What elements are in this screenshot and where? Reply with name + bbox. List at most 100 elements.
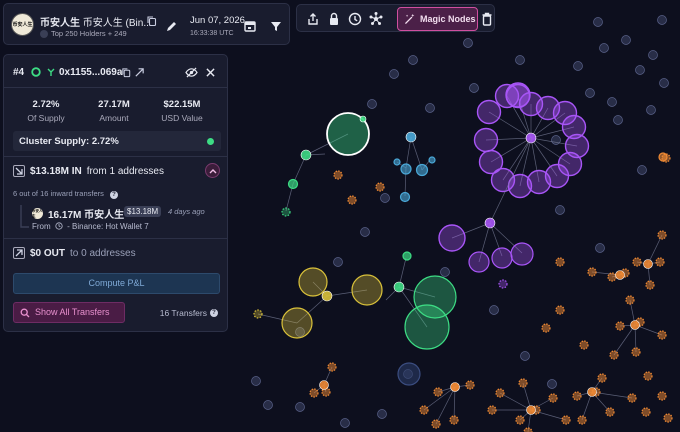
holder-bubble[interactable]	[491, 247, 513, 269]
holder-bubble[interactable]	[641, 407, 651, 417]
external-link-icon[interactable]	[134, 67, 145, 78]
holder-bubble[interactable]	[555, 257, 565, 267]
holder-bubble[interactable]	[597, 373, 607, 383]
holder-bubble[interactable]	[397, 362, 421, 386]
holder-bubble[interactable]	[657, 330, 667, 340]
contract-bubble[interactable]	[393, 281, 405, 293]
holder-bubble[interactable]	[657, 230, 667, 240]
holder-bubble[interactable]	[548, 393, 558, 403]
contract-bubble[interactable]	[526, 405, 536, 415]
holder-bubble[interactable]	[476, 99, 502, 125]
contract-bubble[interactable]	[450, 382, 460, 392]
contract-bubble[interactable]	[615, 270, 625, 280]
lock-icon[interactable]	[326, 11, 342, 27]
holder-bubble[interactable]	[487, 405, 497, 415]
holder-bubble[interactable]	[404, 304, 450, 350]
contract-bubble[interactable]	[300, 149, 312, 161]
magic-nodes-button[interactable]: Magic Nodes	[397, 7, 478, 31]
help-icon[interactable]: ?	[210, 309, 218, 317]
wallet-address[interactable]: 0x1155...069a	[59, 67, 122, 78]
holder-bubble[interactable]	[281, 307, 313, 339]
holder-bubble[interactable]	[393, 158, 401, 166]
filter-icon[interactable]	[268, 18, 284, 34]
holder-bubble[interactable]	[515, 415, 525, 425]
holder-bubble[interactable]	[327, 362, 337, 372]
holder-bubble[interactable]	[287, 178, 299, 190]
holder-bubble[interactable]	[399, 191, 411, 203]
holder-bubble[interactable]	[579, 340, 589, 350]
cluster-supply[interactable]: Cluster Supply: 2.72%	[13, 131, 221, 151]
holder-bubble[interactable]	[253, 309, 263, 319]
close-icon[interactable]	[206, 68, 215, 77]
copy-icon[interactable]	[146, 15, 158, 27]
holder-bubble[interactable]	[631, 347, 641, 357]
holder-bubble[interactable]	[468, 251, 490, 273]
holder-bubble[interactable]	[645, 280, 655, 290]
holder-bubble[interactable]	[281, 207, 291, 217]
copy-address-icon[interactable]	[121, 67, 132, 78]
holder-bubble[interactable]	[415, 163, 429, 177]
clock-icon[interactable]	[347, 11, 363, 27]
holder-bubble[interactable]	[632, 257, 642, 267]
contract-bubble[interactable]	[359, 115, 367, 123]
holder-bubble[interactable]	[505, 82, 531, 108]
holder-bubble[interactable]	[615, 321, 625, 331]
holder-bubble[interactable]	[428, 156, 436, 164]
inflow-row[interactable]: $13.18M IN from 1 addresses	[13, 165, 164, 177]
holder-bubble[interactable]	[375, 182, 385, 192]
holder-bubble[interactable]	[510, 242, 534, 266]
holder-bubble[interactable]	[402, 251, 412, 261]
holder-bubble[interactable]	[655, 257, 665, 267]
holder-bubble[interactable]	[400, 163, 412, 175]
hide-eye-icon[interactable]	[185, 67, 198, 78]
holder-bubble[interactable]	[577, 415, 587, 425]
trash-icon[interactable]	[479, 11, 495, 27]
share-icon[interactable]	[305, 11, 321, 27]
compute-pnl-button[interactable]: Compute P&L	[13, 273, 220, 294]
holder-bubble[interactable]	[643, 371, 653, 381]
contract-bubble[interactable]	[643, 259, 653, 269]
holder-bubble[interactable]	[657, 391, 667, 401]
holder-bubble[interactable]	[449, 415, 459, 425]
contract-bubble[interactable]	[484, 217, 496, 229]
holder-bubble[interactable]	[298, 267, 328, 297]
holder-bubble[interactable]	[627, 393, 637, 403]
holder-bubble[interactable]	[609, 350, 619, 360]
holder-bubble[interactable]	[419, 405, 429, 415]
holder-bubble[interactable]	[555, 305, 565, 315]
contract-bubble[interactable]	[319, 380, 329, 390]
holder-bubble[interactable]	[465, 380, 475, 390]
network-icon[interactable]	[368, 11, 384, 27]
holder-bubble[interactable]	[658, 152, 668, 162]
holder-bubble[interactable]	[561, 415, 571, 425]
contract-bubble[interactable]	[630, 320, 640, 330]
holder-bubble[interactable]	[587, 267, 597, 277]
show-all-transfers-button[interactable]: Show All Transfers	[13, 302, 125, 323]
holder-bubble[interactable]	[625, 295, 635, 305]
holder-bubble[interactable]	[518, 378, 528, 388]
contract-bubble[interactable]	[587, 387, 597, 397]
holder-bubble[interactable]	[523, 427, 533, 432]
calendar-icon[interactable]	[242, 18, 258, 34]
holder-bubble[interactable]	[473, 127, 499, 153]
holder-bubble[interactable]	[438, 224, 466, 252]
holder-bubble[interactable]	[309, 388, 319, 398]
holder-bubble[interactable]	[607, 272, 617, 282]
outflow-row[interactable]: $0 OUT to 0 addresses	[13, 247, 136, 259]
holder-bubble[interactable]	[333, 170, 343, 180]
holder-bubble[interactable]	[572, 391, 582, 401]
holder-bubble[interactable]	[431, 419, 441, 429]
holder-bubble[interactable]	[498, 279, 508, 289]
holder-bubble[interactable]	[495, 388, 505, 398]
holder-bubble[interactable]	[605, 407, 615, 417]
contract-bubble[interactable]	[321, 290, 333, 302]
holder-bubble[interactable]	[351, 274, 383, 306]
edit-icon[interactable]	[164, 18, 180, 34]
collapse-inflow-button[interactable]	[205, 163, 220, 178]
holder-bubble[interactable]	[433, 387, 443, 397]
holder-bubble[interactable]	[541, 323, 551, 333]
holder-bubble[interactable]	[347, 195, 357, 205]
help-icon[interactable]: ?	[109, 191, 118, 199]
holder-bubble[interactable]	[663, 413, 673, 423]
contract-bubble[interactable]	[405, 131, 417, 143]
